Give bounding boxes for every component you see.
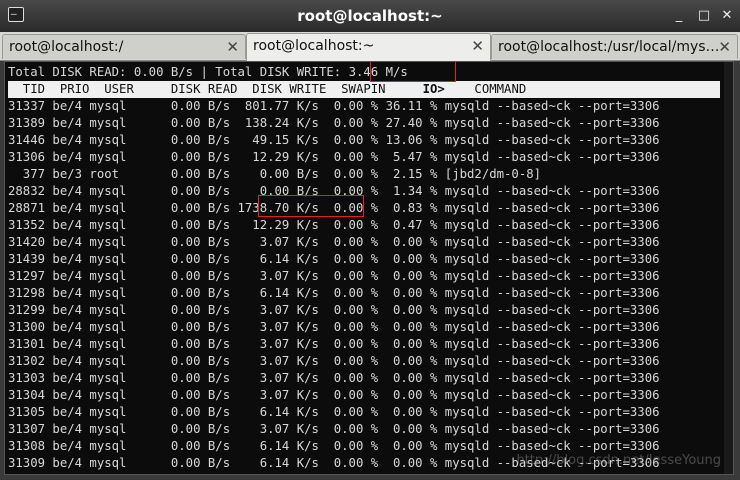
maximize-icon[interactable]: □ [697, 9, 711, 23]
watermark: http://blog.csdn.net/JesseYoung [516, 453, 721, 468]
highlight-row-write [258, 195, 364, 217]
close-icon[interactable]: ✕ [718, 38, 731, 56]
process-row: 31307 be/4 mysql 0.00 B/s 3.07 K/s 0.00 … [8, 422, 660, 436]
process-row: 31337 be/4 mysql 0.00 B/s 801.77 K/s 0.0… [8, 99, 660, 113]
column-header: TID PRIO USER DISK READ DISK WRITE SWAPI… [8, 81, 720, 98]
process-row: 377 be/3 root 0.00 B/s 0.00 B/s 0.00 % 2… [8, 167, 542, 181]
minimize-icon[interactable]: _ [672, 9, 686, 23]
process-row: 31304 be/4 mysql 0.00 B/s 3.07 K/s 0.00 … [8, 388, 660, 402]
process-row: 31420 be/4 mysql 0.00 B/s 3.07 K/s 0.00 … [8, 235, 660, 249]
title-bar[interactable]: root@localhost:~ _ □ ✕ [0, 0, 740, 32]
close-icon[interactable]: ✕ [226, 38, 239, 56]
process-row: 31299 be/4 mysql 0.00 B/s 3.07 K/s 0.00 … [8, 303, 660, 317]
terminal-window: root@localhost:~ _ □ ✕ root@localhost:/ … [0, 0, 740, 480]
process-row: 31303 be/4 mysql 0.00 B/s 3.07 K/s 0.00 … [8, 371, 660, 385]
tab-bar: root@localhost:/ ✕ root@localhost:~ ✕ ro… [0, 32, 740, 61]
summary-prefix: Total DISK READ: 0.00 B/s | Total DISK W… [8, 65, 349, 79]
tab-root-slash[interactable]: root@localhost:/ ✕ [2, 34, 246, 59]
process-row: 31300 be/4 mysql 0.00 B/s 3.07 K/s 0.00 … [8, 320, 660, 334]
process-row: 31302 be/4 mysql 0.00 B/s 3.07 K/s 0.00 … [8, 354, 660, 368]
scrollbar[interactable] [724, 62, 733, 474]
header-command: COMMAND [444, 82, 527, 96]
tab-label: root@localhost:~ [253, 38, 375, 54]
sort-column-io: IO> [422, 82, 445, 96]
io-summary-line: Total DISK READ: 0.00 B/s | Total DISK W… [8, 64, 408, 81]
highlight-total-write [370, 62, 456, 82]
process-row: 31301 be/4 mysql 0.00 B/s 3.07 K/s 0.00 … [8, 337, 660, 351]
process-row: 31439 be/4 mysql 0.00 B/s 6.14 K/s 0.00 … [8, 252, 660, 266]
tab-root-home[interactable]: root@localhost:~ ✕ [246, 33, 491, 61]
terminal-output[interactable]: Total DISK READ: 0.00 B/s | Total DISK W… [4, 61, 734, 475]
header-columns: TID PRIO USER DISK READ DISK WRITE SWAPI… [8, 82, 423, 96]
tab-label: root@localhost:/usr/local/mys… [498, 39, 720, 55]
window-title: root@localhost:~ [297, 7, 443, 25]
close-icon[interactable]: ✕ [471, 37, 484, 55]
close-icon[interactable]: ✕ [720, 9, 734, 23]
process-row: 31352 be/4 mysql 0.00 B/s 12.29 K/s 0.00… [8, 218, 660, 232]
tab-label: root@localhost:/ [9, 39, 124, 55]
process-row: 31297 be/4 mysql 0.00 B/s 3.07 K/s 0.00 … [8, 269, 660, 283]
process-row: 31306 be/4 mysql 0.00 B/s 12.29 K/s 0.00… [8, 150, 660, 164]
process-row: 31389 be/4 mysql 0.00 B/s 138.24 K/s 0.0… [8, 116, 660, 130]
process-row: 31305 be/4 mysql 0.00 B/s 6.14 K/s 0.00 … [8, 405, 660, 419]
process-row: 31298 be/4 mysql 0.00 B/s 6.14 K/s 0.00 … [8, 286, 660, 300]
tab-usr-local-mysql[interactable]: root@localhost:/usr/local/mys… ✕ [491, 34, 738, 59]
process-row: 31446 be/4 mysql 0.00 B/s 49.15 K/s 0.00… [8, 133, 660, 147]
